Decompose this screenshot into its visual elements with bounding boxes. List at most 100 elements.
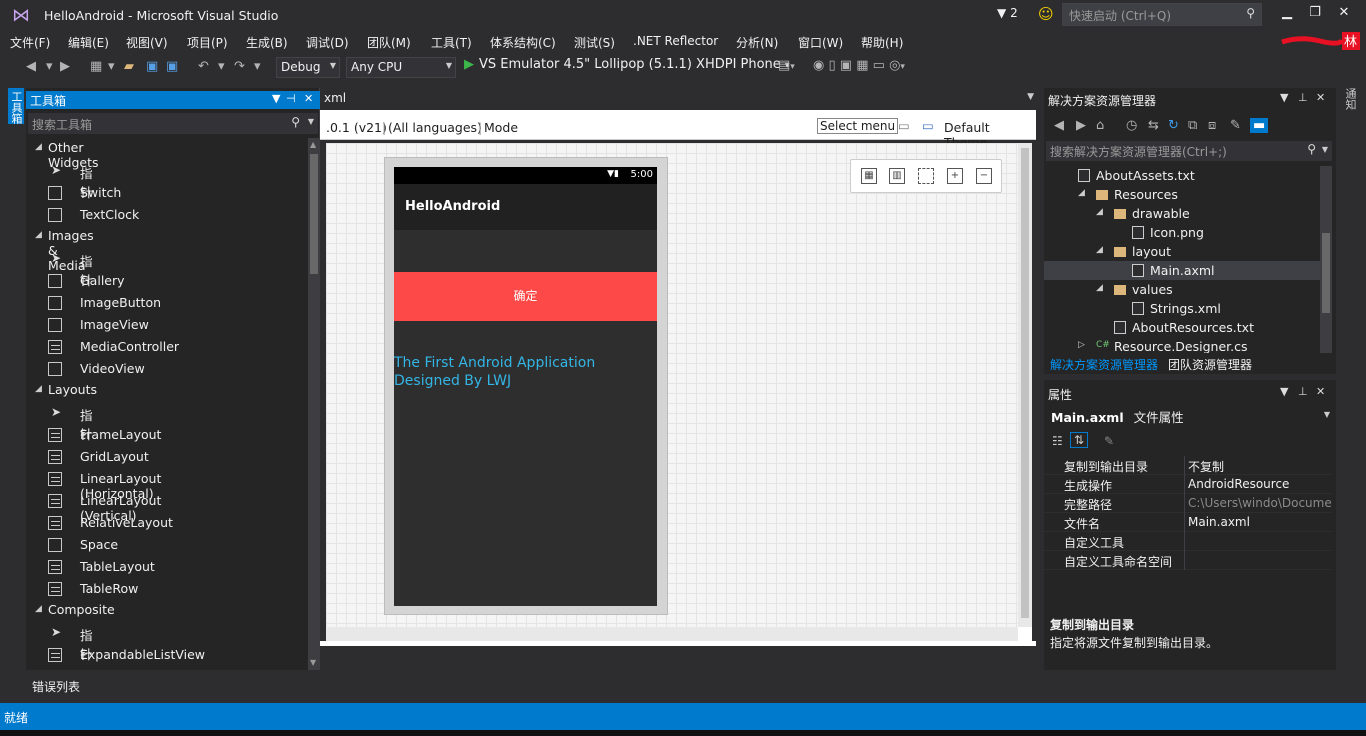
solution-tree-node[interactable]: AboutResources.txt: [1044, 318, 1320, 337]
home-icon[interactable]: ⌂: [1096, 118, 1104, 133]
solution-tree-node[interactable]: Strings.xml: [1044, 299, 1320, 318]
chevron-down-icon[interactable]: ▼: [1027, 92, 1034, 102]
zoom-out-icon[interactable]: −: [976, 168, 992, 184]
mode-selector[interactable]: Mode: [484, 120, 518, 135]
close-icon[interactable]: ✕: [304, 92, 313, 105]
categorized-icon[interactable]: ☷: [1052, 434, 1063, 448]
expand-triangle-icon[interactable]: ◢: [35, 384, 42, 394]
menu-item[interactable]: 项目(P): [187, 34, 228, 51]
properties-object-selector[interactable]: Main.axml 文件属性 ▼: [1046, 404, 1334, 426]
menu-item[interactable]: 编辑(E): [68, 34, 109, 51]
scroll-up-icon[interactable]: ▲: [310, 140, 316, 149]
notifications-side-tab[interactable]: 通知: [1342, 88, 1358, 120]
platform-dropdown[interactable]: Any CPU ▼: [346, 57, 456, 78]
menu-item[interactable]: 帮助(H): [861, 34, 903, 51]
refresh-icon[interactable]: ↻: [1168, 118, 1179, 133]
expand-triangle-icon[interactable]: ◢: [35, 604, 42, 614]
menu-item[interactable]: 测试(S): [574, 34, 615, 51]
document-tab[interactable]: xml ▼: [320, 88, 1036, 110]
fit-layout-icon[interactable]: ▦: [861, 168, 877, 184]
show-all-files-icon[interactable]: ⧈: [1208, 118, 1216, 133]
solution-search-input[interactable]: 搜索解决方案资源管理器(Ctrl+;) ⚲ ▼: [1046, 141, 1332, 161]
expand-triangle-icon[interactable]: ◢: [35, 142, 42, 152]
configuration-dropdown[interactable]: Debug ▼: [276, 57, 340, 78]
solution-tree-node[interactable]: Icon.png: [1044, 223, 1320, 242]
tab-solution-explorer[interactable]: 解决方案资源管理器: [1050, 356, 1158, 373]
menu-item[interactable]: 体系结构(C): [490, 34, 556, 51]
emulator-icon[interactable]: ◉: [813, 58, 824, 73]
sync-icon[interactable]: ⇆: [1148, 118, 1159, 133]
property-row[interactable]: 生成操作 AndroidResource: [1044, 475, 1332, 494]
confirm-button[interactable]: 确定: [394, 272, 657, 321]
menu-item[interactable]: 团队(M): [367, 34, 411, 51]
chevron-down-icon[interactable]: ▼: [272, 92, 280, 105]
new-project-icon[interactable]: ▦: [90, 59, 102, 74]
error-list-tab[interactable]: 错误列表: [26, 676, 326, 696]
chevron-down-icon[interactable]: ▼: [1280, 385, 1288, 398]
designer-vertical-scroll-thumb[interactable]: [1021, 148, 1029, 618]
collapse-all-icon[interactable]: ⧉: [1188, 118, 1197, 133]
menu-item[interactable]: 文件(F): [10, 34, 50, 51]
api-level-selector[interactable]: .0.1 (v21): [326, 120, 387, 135]
sdk-manager-icon[interactable]: ▯: [828, 58, 835, 73]
menu-toggle-icon[interactable]: ▭: [898, 118, 910, 133]
property-row[interactable]: 文件名 Main.axml: [1044, 513, 1332, 532]
menu-item[interactable]: 视图(V): [126, 34, 168, 51]
phone-screen[interactable]: ▼▮ 5:00 HelloAndroid 确定 The First Androi…: [394, 167, 657, 606]
designer-horizontal-scrollbar[interactable]: [326, 627, 1018, 641]
property-row[interactable]: 复制到输出目录 不复制: [1044, 456, 1332, 475]
pin-icon[interactable]: ⊥: [1298, 385, 1308, 398]
property-row[interactable]: 自定义工具命名空间: [1044, 551, 1332, 570]
notifications-indicator[interactable]: ▼ 2: [997, 6, 1018, 20]
property-value[interactable]: C:\Users\windo\Documen: [1188, 496, 1332, 510]
fit-window-icon[interactable]: [918, 168, 934, 184]
menu-item[interactable]: 生成(B): [246, 34, 288, 51]
chevron-down-icon[interactable]: ▼: [1280, 91, 1288, 104]
solution-scroll-thumb[interactable]: [1322, 233, 1330, 313]
select-menu-button[interactable]: Select menu: [817, 118, 899, 134]
solution-tree-node[interactable]: ◢ drawable: [1044, 204, 1320, 223]
scroll-down-icon[interactable]: ▼: [310, 658, 316, 667]
solution-tree-node[interactable]: Main.axml: [1044, 261, 1320, 280]
pin-icon[interactable]: ⊥: [1298, 91, 1308, 104]
expand-triangle-icon[interactable]: ◢: [35, 230, 42, 240]
dropdown-chevron-icon[interactable]: ▾: [254, 59, 261, 74]
alphabetical-icon[interactable]: ⇅: [1070, 432, 1089, 448]
quick-launch-input[interactable]: 快速启动 (Ctrl+Q) ⚲: [1062, 3, 1262, 26]
expand-triangle-icon[interactable]: ◢: [1096, 207, 1103, 217]
open-folder-icon[interactable]: ▰: [124, 59, 134, 74]
property-value[interactable]: 不复制: [1188, 458, 1332, 475]
solution-tree-node[interactable]: ◢ Resources: [1044, 185, 1320, 204]
language-selector[interactable]: (All languages): [388, 120, 482, 135]
menu-item[interactable]: 工具(T): [431, 34, 472, 51]
back-icon[interactable]: ◀: [1054, 118, 1064, 133]
solution-tree-node[interactable]: AboutAssets.txt: [1044, 166, 1320, 185]
minimize-button[interactable]: ▁: [1275, 5, 1299, 25]
save-all-icon[interactable]: ▣: [166, 59, 178, 74]
property-value[interactable]: AndroidResource: [1188, 477, 1332, 491]
toolbox-side-tab[interactable]: 工具箱: [8, 88, 24, 124]
menu-item[interactable]: 分析(N): [736, 34, 778, 51]
back-icon[interactable]: ◀: [26, 59, 36, 74]
property-row[interactable]: 自定义工具: [1044, 532, 1332, 551]
property-value[interactable]: Main.axml: [1188, 515, 1332, 529]
dropdown-chevron-icon[interactable]: ▾: [108, 59, 115, 74]
history-icon[interactable]: ◷: [1126, 118, 1137, 133]
expand-triangle-icon[interactable]: ◢: [1078, 188, 1085, 198]
solution-tree-node[interactable]: ◢ layout: [1044, 242, 1320, 261]
close-icon[interactable]: ✕: [1316, 91, 1325, 104]
maximize-button[interactable]: ❐: [1303, 5, 1327, 25]
actual-size-icon[interactable]: ▥: [889, 168, 905, 184]
web-icon[interactable]: ◎: [889, 58, 900, 73]
expand-triangle-icon[interactable]: ▷: [1078, 340, 1085, 350]
save-icon[interactable]: ▣: [146, 59, 158, 74]
toolbox-search-input[interactable]: 搜索工具箱 ⚲ ▼: [28, 113, 318, 134]
avd-manager-icon[interactable]: ▣: [840, 58, 852, 73]
menu-item[interactable]: .NET Reflector: [633, 34, 718, 48]
welcome-text-view[interactable]: The First Android Application Designed B…: [394, 354, 657, 390]
expand-triangle-icon[interactable]: ◢: [1096, 245, 1103, 255]
start-debugging-button[interactable]: ▶ VS Emulator 4.5" Lollipop (5.1.1) XHDPI…: [464, 57, 789, 72]
expand-triangle-icon[interactable]: ◢: [1096, 283, 1103, 293]
close-window-button[interactable]: ✕: [1332, 5, 1356, 25]
zoom-in-icon[interactable]: +: [947, 168, 963, 184]
